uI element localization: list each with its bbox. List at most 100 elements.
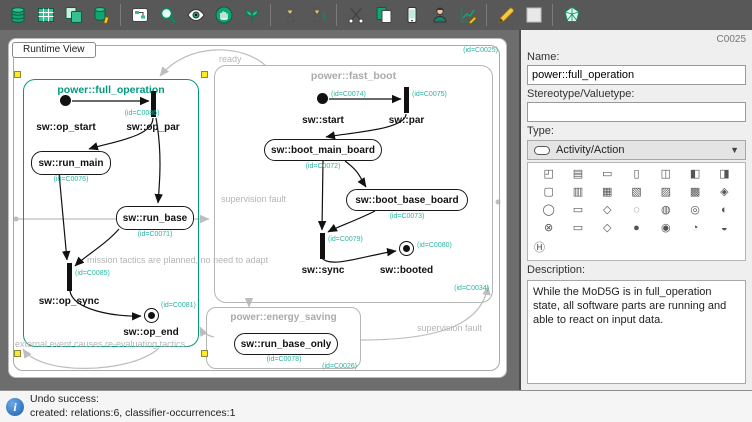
node-run-main-label: sw::run_main: [38, 158, 103, 169]
toolbar-separator: [486, 4, 487, 26]
diagram-frame-icon[interactable]: [126, 2, 153, 28]
zoom-magnifier-icon[interactable]: [154, 2, 181, 28]
node-run-main[interactable]: sw::run_main: [31, 151, 111, 175]
palette-shape-icon[interactable]: ⊗: [544, 222, 553, 235]
node-booted[interactable]: [399, 241, 414, 256]
node-run-base-only[interactable]: sw::run_base_only: [234, 333, 338, 355]
palette-shape-icon[interactable]: ◇: [603, 204, 611, 217]
selection-handle[interactable]: [14, 350, 21, 357]
gem-polygon-icon[interactable]: [558, 2, 585, 28]
node-sync-label: sw::sync: [293, 265, 353, 276]
description-textarea[interactable]: While the MoD5G is in full_operation sta…: [527, 280, 746, 384]
toolbar-separator: [120, 4, 121, 26]
palette-shape-icon[interactable]: ▭: [602, 168, 612, 181]
view-eye-icon[interactable]: [182, 2, 209, 28]
diagram-canvas[interactable]: (id=C0025) power::full_operation power::…: [8, 38, 507, 378]
palette-shape-icon[interactable]: ◰: [543, 168, 553, 181]
selection-handle[interactable]: [14, 71, 21, 78]
transition-label-supervision-fault-left[interactable]: supervision fault: [221, 194, 286, 204]
palette-shape-icon[interactable]: ◉: [661, 222, 671, 235]
node-run-base-id: (id=C0071): [116, 231, 194, 238]
selection-handle[interactable]: [201, 350, 208, 357]
node-par-fork[interactable]: [404, 87, 409, 113]
empty-slot-icon[interactable]: [520, 2, 547, 28]
palette-shape-icon[interactable]: ▭: [573, 204, 583, 217]
type-field-label: Type:: [527, 125, 746, 137]
palette-shape-icon[interactable]: ◎: [690, 204, 700, 217]
shape-palette: ◰ ▤ ▭ ▯ ◫ ◧ ◨ ▢ ▥ ▦ ▧ ▨ ▩ ◈ ◯ ▭ ◇ ◌ ◍ ◎ ◐ ⊗ ▭ ◇ ● ◉ ◔ ◒ Ⓗ: [527, 162, 746, 261]
palette-shape-icon[interactable]: ▨: [661, 186, 671, 199]
wait-hourglass-icon[interactable]: [276, 2, 303, 28]
palette-shape-icon[interactable]: ◒: [721, 222, 728, 235]
node-run-base[interactable]: sw::run_base: [116, 206, 194, 230]
palette-shape-icon[interactable]: ▩: [690, 186, 700, 199]
palette-shape-icon[interactable]: ◈: [720, 186, 728, 199]
palette-shape-icon[interactable]: ◔: [692, 222, 699, 235]
user-profile-icon[interactable]: [426, 2, 453, 28]
node-op-end[interactable]: [144, 308, 159, 323]
type-dropdown[interactable]: Activity/Action ▼: [527, 140, 746, 160]
node-boot-main-board-label: sw::boot_main_board: [271, 145, 375, 156]
palette-hp-icon[interactable]: Ⓗ: [534, 239, 739, 255]
database-copy-icon[interactable]: [60, 2, 87, 28]
node-op-end-id: (id=C0081): [161, 302, 221, 309]
stereotype-input[interactable]: [527, 102, 746, 122]
palette-shape-icon[interactable]: ◯: [542, 204, 554, 217]
transition-label-mission[interactable]: mission tactics are planned, no need to …: [87, 255, 268, 265]
palette-shape-icon[interactable]: ◇: [603, 222, 611, 235]
node-op-start[interactable]: [60, 95, 71, 106]
node-boot-base-board-id: (id=C0073): [346, 213, 468, 220]
palette-shape-icon[interactable]: ◐: [721, 204, 728, 217]
node-boot-base-board[interactable]: sw::boot_base_board: [346, 189, 468, 211]
state-full-operation-title: power::full_operation: [24, 84, 198, 96]
diagram-tab-runtime-view[interactable]: Runtime View: [12, 42, 96, 58]
node-op-par-id: (id=C0086): [107, 110, 177, 117]
node-sync-id: (id=C0079): [328, 236, 383, 243]
properties-panel: C0025 Name: Stereotype/Valuetype: Type: …: [521, 30, 752, 390]
palette-shape-icon[interactable]: ▭: [573, 222, 583, 235]
palette-shape-icon[interactable]: ◨: [719, 168, 729, 181]
node-start[interactable]: [317, 93, 328, 104]
database-new-icon[interactable]: [4, 2, 31, 28]
palette-shape-icon[interactable]: ▦: [602, 186, 612, 199]
palette-shape-icon[interactable]: ◫: [661, 168, 671, 181]
palette-shape-icon[interactable]: ▯: [633, 168, 639, 181]
transition-label-ready[interactable]: ready: [219, 54, 242, 64]
status-line-2: created: relations:6, classifier-occurre…: [30, 407, 235, 419]
node-sync-join[interactable]: [320, 233, 325, 259]
node-run-base-label: sw::run_base: [123, 213, 187, 224]
chart-edit-icon[interactable]: [454, 2, 481, 28]
toolbar-separator: [552, 4, 553, 26]
palette-shape-icon[interactable]: ◍: [661, 204, 671, 217]
name-input[interactable]: [527, 65, 746, 85]
copy-cards-icon[interactable]: [370, 2, 397, 28]
node-run-base-only-id: (id=C0078): [244, 356, 324, 363]
node-par-label: sw::par: [379, 115, 434, 126]
node-op-sync-join[interactable]: [67, 263, 72, 291]
cut-scissors-icon[interactable]: [342, 2, 369, 28]
palette-shape-icon[interactable]: ◌: [633, 204, 640, 217]
palette-shape-icon[interactable]: ▥: [573, 186, 583, 199]
state-fast-boot[interactable]: power::fast_boot: [214, 65, 493, 303]
palette-shape-icon[interactable]: ▢: [543, 186, 553, 199]
chevron-down-icon: ▼: [730, 145, 739, 155]
database-edit-icon[interactable]: [88, 2, 115, 28]
palette-shape-icon[interactable]: ▧: [631, 186, 641, 199]
transition-label-external-event[interactable]: external event causes re-evaluating tact…: [15, 339, 188, 349]
grow-plant-icon[interactable]: [238, 2, 265, 28]
type-selected-label: Activity/Action: [556, 144, 724, 156]
edit-pencil-icon[interactable]: [492, 2, 519, 28]
wait-hourglass-run-icon[interactable]: [304, 2, 331, 28]
activity-shape-icon: [534, 146, 550, 155]
database-table-icon[interactable]: [32, 2, 59, 28]
selection-handle[interactable]: [201, 71, 208, 78]
palette-shape-icon[interactable]: ▤: [573, 168, 583, 181]
mobile-phone-icon[interactable]: [398, 2, 425, 28]
pan-hand-icon[interactable]: [210, 2, 237, 28]
palette-shape-icon[interactable]: ●: [633, 222, 640, 235]
state-fast-boot-id: (id=C0034): [435, 285, 489, 292]
node-start-id: (id=C0074): [331, 91, 391, 98]
node-boot-main-board[interactable]: sw::boot_main_board: [264, 139, 382, 161]
palette-shape-icon[interactable]: ◧: [690, 168, 700, 181]
transition-label-supervision-fault-right[interactable]: supervision fault: [417, 323, 482, 333]
